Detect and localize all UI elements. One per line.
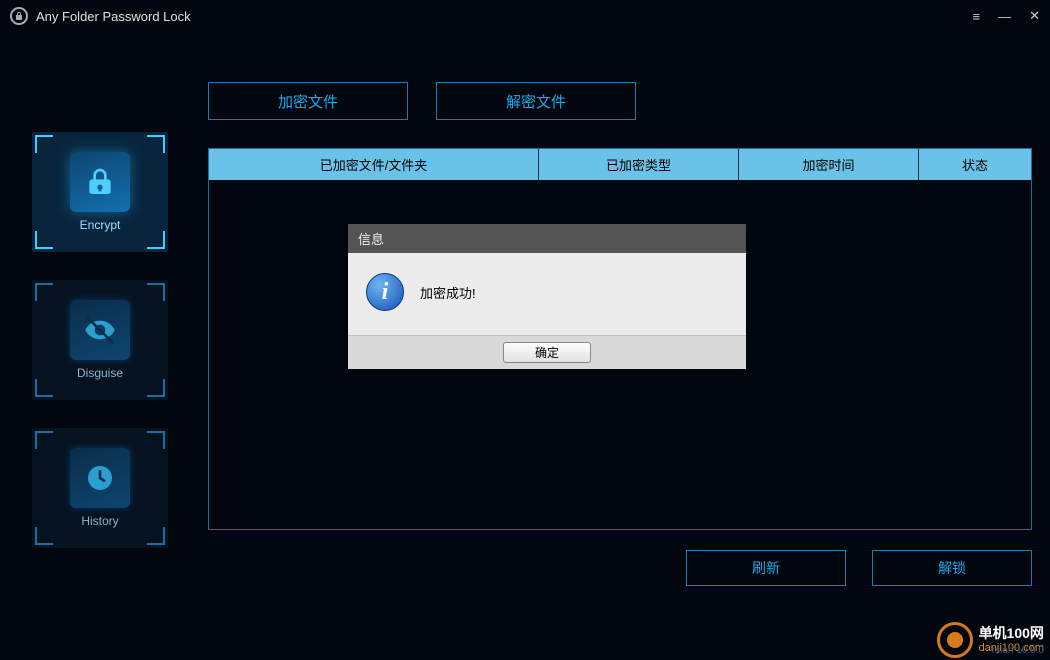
column-header-path[interactable]: 已加密文件/文件夹 [209,149,539,180]
column-header-time[interactable]: 加密时间 [739,149,919,180]
sidebar-item-label: History [81,514,118,528]
version-label: rsion 10.8.0 [992,645,1044,656]
column-header-status[interactable]: 状态 [919,149,1031,180]
dialog-title: 信息 [348,224,746,253]
bottom-buttons: 刷新 解锁 [208,550,1032,586]
sidebar-item-history[interactable]: History [32,428,168,548]
close-button[interactable]: ✕ [1029,8,1040,24]
dialog-ok-button[interactable]: 确定 [503,342,591,363]
app-lock-icon [10,7,28,25]
dialog-footer: 确定 [348,335,746,369]
window-controls: ≡ — ✕ [973,8,1041,24]
titlebar: Any Folder Password Lock ≡ — ✕ [0,0,1050,32]
minimize-button[interactable]: — [998,9,1011,24]
unlock-button[interactable]: 解锁 [872,550,1032,586]
titlebar-left: Any Folder Password Lock [10,7,191,25]
lock-icon [70,152,130,212]
table-header: 已加密文件/文件夹 已加密类型 加密时间 状态 [209,149,1031,180]
dialog-body: i 加密成功! [348,253,746,335]
decrypt-file-button[interactable]: 解密文件 [436,82,636,120]
top-buttons: 加密文件 解密文件 [208,82,1032,120]
column-header-type[interactable]: 已加密类型 [539,149,739,180]
sidebar-item-disguise[interactable]: Disguise [32,280,168,400]
sidebar-item-label: Disguise [77,366,123,380]
sidebar-item-encrypt[interactable]: Encrypt [32,132,168,252]
sidebar: Encrypt Disguise History [0,32,208,660]
dialog-message: 加密成功! [420,283,476,302]
app-title: Any Folder Password Lock [36,9,191,24]
eye-icon [70,300,130,360]
encrypt-file-button[interactable]: 加密文件 [208,82,408,120]
sidebar-item-label: Encrypt [80,218,121,232]
info-icon: i [366,273,404,311]
watermark-name: 单机100网 [979,626,1044,641]
clock-icon [70,448,130,508]
watermark-logo-icon [937,622,973,658]
refresh-button[interactable]: 刷新 [686,550,846,586]
info-dialog: 信息 i 加密成功! 确定 [348,224,746,369]
menu-button[interactable]: ≡ [973,9,981,24]
